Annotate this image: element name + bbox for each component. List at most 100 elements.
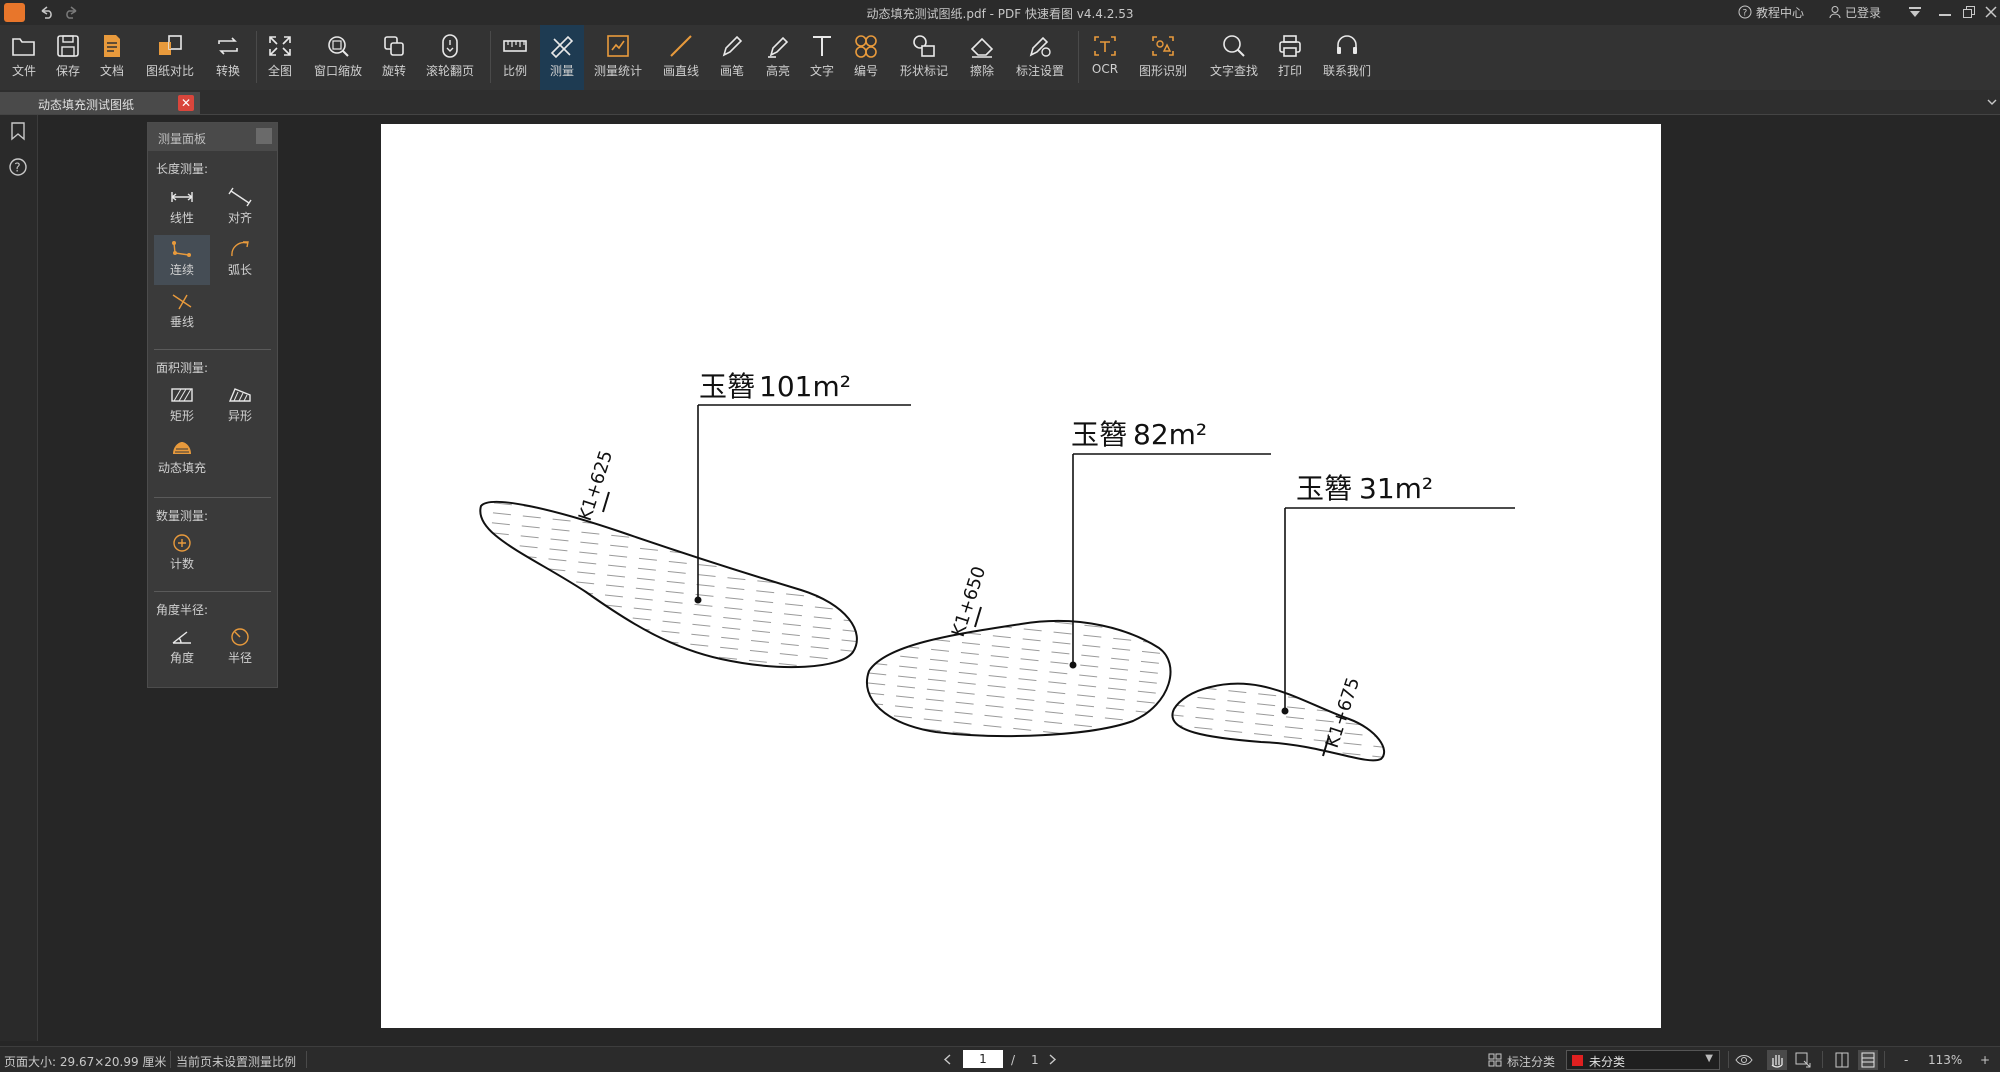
- measure-stats-icon: [607, 35, 629, 57]
- toolbar-measure-stats-button[interactable]: 测量统计: [590, 25, 646, 90]
- area-label-name-1: 玉簪: [699, 370, 755, 403]
- minimize-icon[interactable]: [1938, 6, 1952, 18]
- user-icon: [1829, 6, 1841, 19]
- toolbar-draw-line-button[interactable]: 画直线: [658, 25, 704, 90]
- compare-icon: [159, 35, 182, 55]
- toolbar-separator: [1078, 31, 1079, 83]
- section-count-label: 数量测量:: [156, 509, 209, 523]
- toolbar-separator: [490, 31, 491, 83]
- line-icon: [670, 35, 692, 57]
- document-tab[interactable]: 动态填充测试图纸 ✕: [0, 92, 200, 114]
- status-bar: 页面大小: 29.67×20.99 厘米 当前页未设置测量比例 1 / 1 标注…: [0, 1046, 2000, 1072]
- convert-icon: [218, 37, 238, 55]
- toolbar-shape-recognition-button[interactable]: 图形识别: [1134, 25, 1192, 90]
- toolbar-document-button[interactable]: 文档: [92, 25, 132, 90]
- login-status[interactable]: 已登录: [1845, 4, 1881, 21]
- panel-close-button[interactable]: [256, 128, 272, 144]
- measure-radius-button[interactable]: 半径: [212, 623, 268, 673]
- toolbar-text-search-button[interactable]: 文字查找: [1204, 25, 1264, 90]
- toolbar-compare-button[interactable]: 图纸对比: [140, 25, 200, 90]
- aligned-measure-icon: [228, 187, 252, 207]
- main-toolbar: 文件 保存 文档 图纸对比 转换 全图 窗口缩放 旋转 滚轮翻页 比例 测量 测…: [0, 25, 2000, 90]
- toolbar-fit-all-button[interactable]: 全图: [262, 25, 298, 90]
- dynamic-fill-icon: [173, 442, 191, 454]
- tutorial-center-link[interactable]: 教程中心: [1756, 4, 1804, 21]
- annotation-settings-icon: [1029, 36, 1051, 57]
- station-label-2: K1+650: [948, 564, 990, 640]
- arc-measure-icon: [231, 241, 249, 257]
- measure-arc-button[interactable]: 弧长: [212, 235, 268, 285]
- toolbar-file-button[interactable]: 文件: [4, 25, 44, 90]
- toolbar-numbering-button[interactable]: 编号: [848, 25, 884, 90]
- toolbar-highlight-button[interactable]: 高亮: [760, 25, 796, 90]
- hand-pan-icon[interactable]: [1767, 1050, 1787, 1070]
- ocr-icon: [1094, 36, 1116, 56]
- category-grid-icon: [1488, 1053, 1502, 1067]
- toolbar-scale-button[interactable]: 比例: [496, 25, 534, 90]
- bookmark-icon[interactable]: [9, 121, 27, 141]
- zoom-level: 113%: [1928, 1053, 1963, 1067]
- category-select[interactable]: 未分类 ▼: [1566, 1050, 1720, 1070]
- toolbar-save-button[interactable]: 保存: [48, 25, 88, 90]
- svg-text:?: ?: [14, 161, 20, 175]
- area-label-value-2: 82m²: [1133, 418, 1207, 451]
- measure-perpendicular-button[interactable]: 垂线: [154, 287, 210, 337]
- toolbar-convert-button[interactable]: 转换: [208, 25, 248, 90]
- section-angle-label: 角度半径:: [156, 603, 209, 617]
- shape-mark-icon: [913, 35, 935, 57]
- eye-icon[interactable]: [1734, 1050, 1754, 1070]
- prev-page-icon[interactable]: [942, 1053, 954, 1066]
- section-length-label: 长度测量:: [156, 162, 209, 176]
- measure-panel-header[interactable]: 测量面板: [148, 123, 277, 151]
- status-separator: [1884, 1051, 1885, 1068]
- zoom-window-icon: [328, 36, 349, 57]
- toolbar-shape-mark-button[interactable]: 形状标记: [894, 25, 954, 90]
- toolbar-measure-button[interactable]: 测量: [540, 25, 584, 90]
- restore-icon[interactable]: [1962, 5, 1976, 19]
- chevron-down-icon[interactable]: [1986, 96, 1998, 108]
- total-pages: 1: [1031, 1053, 1039, 1067]
- shape-recognition-icon: [1152, 36, 1174, 56]
- toolbar-wheel-page-button[interactable]: 滚轮翻页: [420, 25, 480, 90]
- measure-irregular-button[interactable]: 异形: [212, 381, 268, 431]
- help-icon[interactable]: ?: [8, 157, 28, 177]
- planting-area-2: [866, 619, 1172, 738]
- print-icon: [1279, 35, 1301, 57]
- document-icon: [104, 35, 120, 57]
- toolbar-pen-button[interactable]: 画笔: [714, 25, 750, 90]
- help-icon[interactable]: ?: [1738, 5, 1752, 19]
- close-window-icon[interactable]: [1984, 5, 1998, 19]
- measure-angle-button[interactable]: 角度: [154, 623, 210, 673]
- eraser-icon: [970, 37, 994, 58]
- status-separator: [1822, 1051, 1823, 1068]
- toolbar-rotate-button[interactable]: 旋转: [374, 25, 414, 90]
- toolbar-eraser-button[interactable]: 擦除: [964, 25, 1000, 90]
- toolbar-annotation-settings-button[interactable]: 标注设置: [1010, 25, 1070, 90]
- toolbar-zoom-window-button[interactable]: 窗口缩放: [308, 25, 368, 90]
- measure-rectangle-button[interactable]: 矩形: [154, 381, 210, 431]
- zoom-in-button[interactable]: +: [1980, 1053, 1990, 1067]
- toolbar-text-button[interactable]: 文字: [804, 25, 840, 90]
- single-page-view-icon[interactable]: [1832, 1050, 1852, 1070]
- continuous-view-icon[interactable]: [1858, 1050, 1878, 1070]
- measure-aligned-button[interactable]: 对齐: [212, 183, 268, 233]
- drawing-canvas[interactable]: 玉簪 101m² 玉簪 82m² 玉簪 31m² K1+625 K1+650 K…: [381, 124, 1661, 1028]
- next-page-icon[interactable]: [1046, 1053, 1058, 1066]
- toolbar-ocr-button[interactable]: OCR: [1086, 25, 1124, 90]
- chevron-down-icon: ▼: [1705, 1053, 1713, 1064]
- toolbar-contact-button[interactable]: 联系我们: [1318, 25, 1376, 90]
- zoom-out-button[interactable]: -: [1904, 1053, 1908, 1067]
- measure-dynamic-fill-button[interactable]: 动态填充: [150, 433, 214, 483]
- pen-icon: [722, 35, 743, 57]
- menu-dropdown-icon[interactable]: [1908, 6, 1922, 18]
- measure-continuous-button[interactable]: 连续: [154, 235, 210, 285]
- toolbar-print-button[interactable]: 打印: [1272, 25, 1308, 90]
- measure-count-button[interactable]: 计数: [154, 529, 210, 579]
- close-tab-icon[interactable]: ✕: [178, 95, 194, 111]
- page-number-input[interactable]: 1: [963, 1050, 1003, 1068]
- measure-linear-button[interactable]: 线性: [154, 183, 210, 233]
- category-value: 未分类: [1589, 1055, 1626, 1069]
- page-separator: /: [1011, 1053, 1016, 1067]
- text-icon: [813, 36, 831, 56]
- select-tool-icon[interactable]: [1793, 1050, 1813, 1070]
